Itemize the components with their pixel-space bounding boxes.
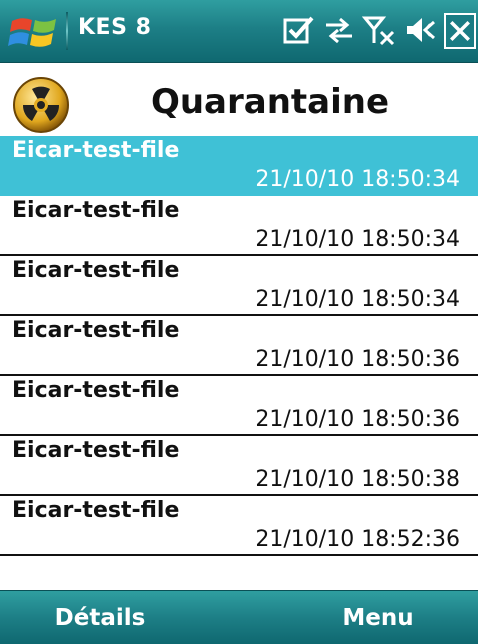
radiation-icon	[13, 77, 69, 133]
list-item[interactable]: Eicar-test-file 21/10/10 18:50:38	[0, 436, 478, 496]
item-date: 21/10/10 18:50:34	[255, 227, 460, 252]
details-softkey[interactable]: Détails	[0, 591, 200, 644]
item-name: Eicar-test-file	[12, 138, 180, 163]
menu-softkey[interactable]: Menu	[278, 591, 478, 644]
close-icon[interactable]	[444, 13, 476, 49]
list-item[interactable]: Eicar-test-file 21/10/10 18:50:34	[0, 196, 478, 256]
item-date: 21/10/10 18:50:38	[255, 467, 460, 492]
item-name: Eicar-test-file	[12, 258, 180, 283]
status-bar: KES 8	[0, 0, 478, 63]
item-date: 21/10/10 18:50:36	[255, 407, 460, 432]
page-title: Quarantaine	[150, 82, 390, 122]
volume-off-icon[interactable]	[404, 13, 438, 47]
item-name: Eicar-test-file	[12, 198, 180, 223]
item-name: Eicar-test-file	[12, 318, 180, 343]
softkey-bar: Détails Menu	[0, 590, 478, 644]
item-date: 21/10/10 18:50:34	[255, 287, 460, 312]
list-item[interactable]: Eicar-test-file 21/10/10 18:50:36	[0, 376, 478, 436]
windows-start-icon[interactable]	[6, 7, 64, 55]
list-item[interactable]: Eicar-test-file 21/10/10 18:50:34	[0, 256, 478, 316]
item-name: Eicar-test-file	[12, 498, 180, 523]
item-date: 21/10/10 18:50:36	[255, 347, 460, 372]
signal-off-icon[interactable]	[362, 13, 396, 47]
item-date: 21/10/10 18:52:36	[255, 527, 460, 552]
status-divider	[66, 12, 68, 50]
app-title: KES 8	[78, 15, 152, 40]
notification-check-icon[interactable]	[282, 13, 316, 47]
item-name: Eicar-test-file	[12, 378, 180, 403]
item-date: 21/10/10 18:50:34	[255, 167, 460, 192]
sync-arrows-icon[interactable]	[322, 13, 356, 47]
list-item[interactable]: Eicar-test-file 21/10/10 18:50:34	[0, 136, 478, 196]
list-item[interactable]: Eicar-test-file 21/10/10 18:52:36	[0, 496, 478, 556]
list-item[interactable]: Eicar-test-file 21/10/10 18:50:36	[0, 316, 478, 376]
item-name: Eicar-test-file	[12, 438, 180, 463]
quarantine-list[interactable]: Eicar-test-file 21/10/10 18:50:34 Eicar-…	[0, 136, 478, 556]
